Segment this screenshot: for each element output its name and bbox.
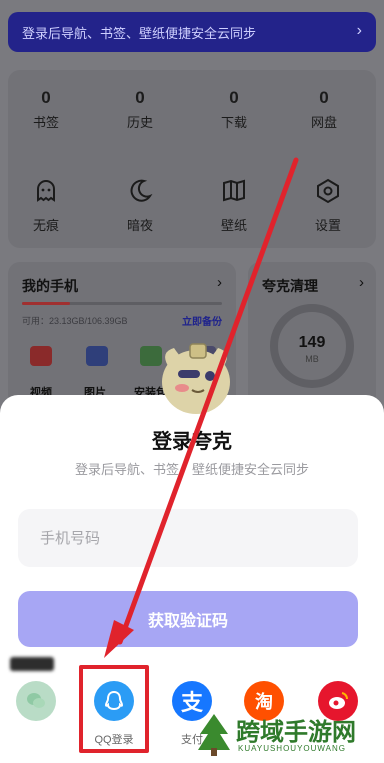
tool-settings[interactable]: 设置: [298, 178, 358, 234]
chevron-right-icon: ›: [356, 22, 362, 39]
tree-icon: [198, 714, 230, 756]
stat-value: 0: [319, 88, 329, 107]
mascot-illustration: [162, 343, 230, 414]
stat-label: 下载: [220, 115, 247, 130]
site-watermark: 跨域手游网 KUAYUSHOUYOUWANG: [196, 712, 380, 760]
sync-banner-text: 登录后导航、书签、壁纸便捷安全云同步: [22, 25, 257, 41]
stat-value: 0: [41, 88, 51, 107]
storage-usage: 可用：23.13GB/106.39GB: [22, 316, 128, 326]
wechat-login-option[interactable]: [8, 681, 64, 731]
ghost-icon: [37, 180, 55, 202]
cleaner-ring: 149 MB: [270, 304, 354, 388]
tool-dark-mode[interactable]: 暗夜: [110, 178, 170, 234]
qq-highlight-box: [79, 665, 149, 753]
chevron-right-icon: ›: [359, 274, 364, 291]
tool-label: 壁纸: [220, 218, 247, 233]
my-phone-title: 我的手机: [22, 278, 78, 294]
wechat-icon: [16, 681, 56, 721]
stat-label: 网盘: [310, 115, 337, 130]
moon-icon: [130, 179, 153, 202]
video-icon[interactable]: [30, 346, 52, 366]
tool-label: 设置: [314, 218, 341, 233]
cleaner-title: 夸克清理: [262, 278, 318, 294]
cleaner-value: 149: [298, 334, 326, 351]
tool-wallpaper[interactable]: 壁纸: [204, 178, 264, 234]
login-sheet: 登录夸克 登录后导航、书签、壁纸便捷安全云同步 获取验证码 QQ登录 支 支付 …: [0, 395, 384, 763]
other-login-label: [10, 657, 54, 671]
cleaner-unit: MB: [305, 354, 319, 364]
cleaner-card[interactable]: 夸克清理 › 149 MB: [248, 262, 376, 412]
book-icon: [223, 179, 245, 202]
stat-label: 书签: [32, 115, 59, 130]
chevron-right-icon: ›: [217, 274, 222, 291]
stat-cloud-drive[interactable]: 0 网盘: [294, 88, 354, 131]
watermark-en: KUAYUSHOUYOUWANG: [238, 744, 347, 753]
sync-banner[interactable]: 登录后导航、书签、壁纸便捷安全云同步 ›: [8, 12, 376, 52]
stat-downloads[interactable]: 0 下载: [204, 88, 264, 131]
stat-value: 0: [229, 88, 239, 107]
phone-number-input[interactable]: [18, 509, 358, 567]
tool-incognito[interactable]: 无痕: [16, 178, 76, 234]
get-code-button[interactable]: 获取验证码: [18, 591, 358, 647]
storage-bar: [22, 302, 222, 305]
stat-history[interactable]: 0 历史: [110, 88, 170, 131]
hexagon-settings-icon: [317, 178, 339, 204]
stat-bookmarks[interactable]: 0 书签: [16, 88, 76, 131]
tool-label: 暗夜: [126, 218, 153, 233]
login-subtitle: 登录后导航、书签、壁纸便捷安全云同步: [74, 462, 309, 477]
tool-label: 无痕: [32, 218, 59, 233]
image-icon[interactable]: [86, 346, 108, 366]
watermark-cn: 跨域手游网: [236, 719, 356, 746]
stat-label: 历史: [126, 115, 153, 130]
login-title: 登录夸克: [152, 431, 232, 453]
stat-value: 0: [135, 88, 145, 107]
